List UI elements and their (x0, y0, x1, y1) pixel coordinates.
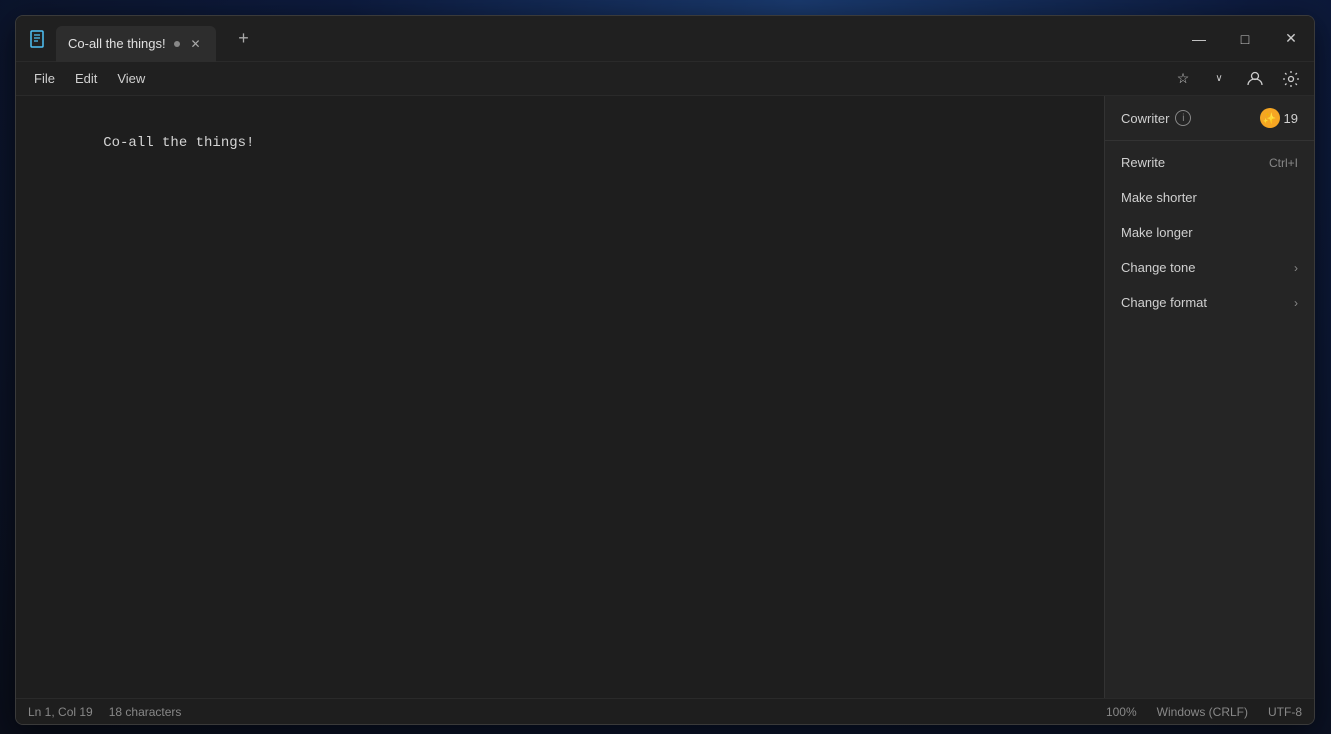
cowriter-title-group: Cowriter i (1121, 110, 1191, 126)
tab-title: Co-all the things! (68, 36, 166, 51)
title-bar: Co-all the things! ✕ + — □ ✕ (16, 16, 1314, 62)
edit-menu[interactable]: Edit (65, 67, 107, 90)
notepad-window: Co-all the things! ✕ + — □ ✕ File Edit V… (15, 15, 1315, 725)
minimize-button[interactable]: — (1176, 16, 1222, 62)
make-shorter-menu-item[interactable]: Make shorter (1105, 180, 1314, 215)
cowriter-badge-count: 19 (1284, 111, 1298, 126)
tab-close-button[interactable]: ✕ (188, 36, 204, 52)
change-format-chevron: › (1294, 296, 1298, 310)
tab-modified-indicator (174, 41, 180, 47)
user-button[interactable] (1240, 65, 1270, 93)
menu-bar-left: File Edit View (24, 67, 1168, 90)
menu-bar-right: ☆ ∨ (1168, 65, 1306, 93)
cowriter-panel: Cowriter i ✨ 19 Rewrite Ctrl+I (1104, 96, 1314, 698)
file-menu[interactable]: File (24, 67, 65, 90)
editor-area[interactable]: Co-all the things! (16, 96, 1104, 698)
change-tone-chevron: › (1294, 261, 1298, 275)
maximize-button[interactable]: □ (1222, 16, 1268, 62)
zoom-status: 100% (1106, 705, 1137, 719)
title-bar-left: Co-all the things! ✕ + (28, 16, 1176, 62)
char-count-status: 18 characters (109, 705, 182, 719)
editor-content: Co-all the things! (36, 112, 1084, 175)
menu-bar: File Edit View ☆ ∨ (16, 62, 1314, 96)
favorites-button[interactable]: ☆ (1168, 65, 1198, 93)
cowriter-badge-icon: ✨ (1260, 108, 1280, 128)
window-controls: — □ ✕ (1176, 16, 1314, 62)
main-area: Co-all the things! Cowriter i ✨ 19 (16, 96, 1314, 698)
line-col-status: Ln 1, Col 19 (28, 705, 93, 719)
active-tab[interactable]: Co-all the things! ✕ (56, 26, 216, 62)
cowriter-menu: Rewrite Ctrl+I Make shorter Make longer … (1105, 141, 1314, 324)
app-icon (28, 29, 48, 49)
close-button[interactable]: ✕ (1268, 16, 1314, 62)
status-left: Ln 1, Col 19 18 characters (28, 705, 1106, 719)
editor-text: Co-all the things! (103, 135, 254, 151)
cowriter-info-icon[interactable]: i (1175, 110, 1191, 126)
cowriter-title: Cowriter (1121, 111, 1169, 126)
new-tab-button[interactable]: + (228, 23, 260, 55)
status-right: 100% Windows (CRLF) UTF-8 (1106, 705, 1302, 719)
line-ending-status: Windows (CRLF) (1157, 705, 1248, 719)
rewrite-menu-item[interactable]: Rewrite Ctrl+I (1105, 145, 1314, 180)
status-bar: Ln 1, Col 19 18 characters 100% Windows … (16, 698, 1314, 724)
cowriter-badge: ✨ 19 (1260, 108, 1298, 128)
cowriter-header: Cowriter i ✨ 19 (1105, 96, 1314, 141)
make-longer-menu-item[interactable]: Make longer (1105, 215, 1314, 250)
change-format-menu-item[interactable]: Change format › (1105, 285, 1314, 320)
rewrite-shortcut: Ctrl+I (1269, 156, 1298, 170)
settings-button[interactable] (1276, 65, 1306, 93)
change-tone-menu-item[interactable]: Change tone › (1105, 250, 1314, 285)
encoding-status: UTF-8 (1268, 705, 1302, 719)
view-menu[interactable]: View (107, 67, 155, 90)
favorites-dropdown-button[interactable]: ∨ (1204, 65, 1234, 93)
